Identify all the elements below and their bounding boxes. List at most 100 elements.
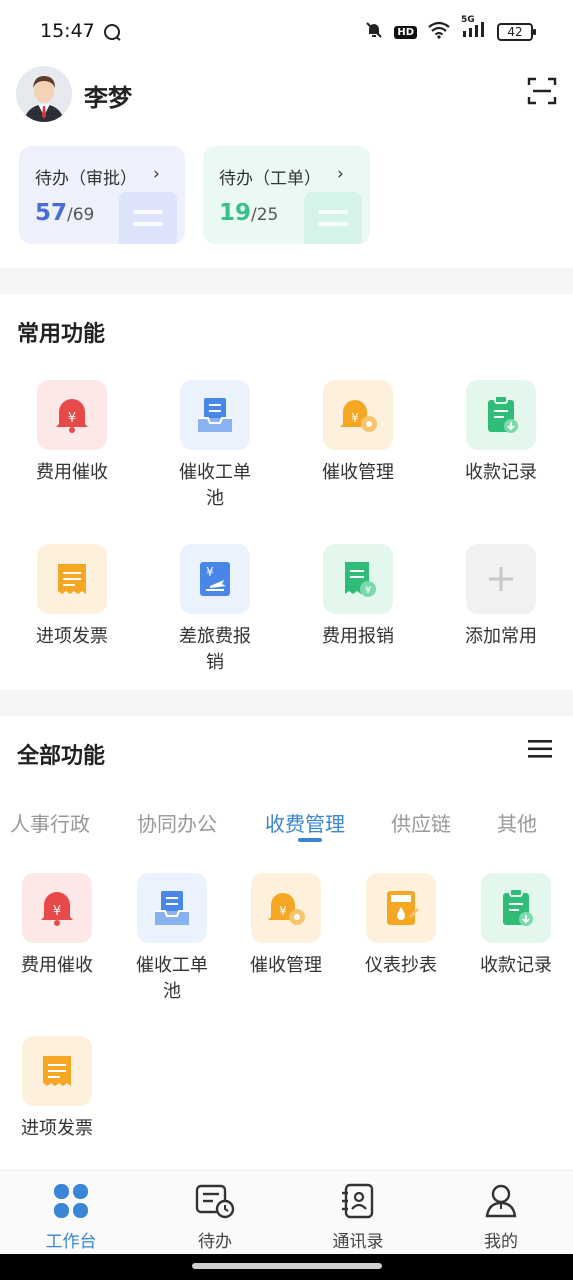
network-label: 5G <box>461 15 475 25</box>
section-divider <box>0 690 573 716</box>
common-item-payment-records[interactable]: 收款记录 <box>441 380 561 486</box>
grid-item-label: 收款记录 <box>480 955 552 976</box>
todo-workorder-title: 待办（工单） <box>219 169 321 189</box>
svg-text:¥: ¥ <box>68 411 76 426</box>
document-decoration-icon <box>119 192 177 244</box>
todo-workorder-total: /25 <box>251 205 279 225</box>
grid-item-label: 添加常用 <box>465 626 537 647</box>
all-item-fee-collection[interactable]: ¥ 费用催收 <box>0 873 117 979</box>
all-item-input-invoice[interactable]: 进项发票 <box>0 1036 117 1142</box>
grid-item-label: 费用报销 <box>322 626 394 647</box>
tab-collaboration[interactable]: 协同办公 <box>137 808 217 837</box>
menu-list-icon[interactable] <box>527 738 553 764</box>
clipboard-download-icon <box>481 873 551 943</box>
nav-label: 工作台 <box>45 1232 97 1252</box>
bell-settings-icon: ¥ <box>251 873 321 943</box>
category-tabs: 人事行政 协同办公 收费管理 供应链 其他 <box>0 800 573 850</box>
todo-approval-count: 57/69 <box>35 200 94 226</box>
bell-yen-icon: ¥ <box>37 380 107 450</box>
hd-badge: HD <box>394 25 417 39</box>
common-item-collection-mgmt[interactable]: ¥ 催收管理 <box>298 380 418 486</box>
tab-fee-management[interactable]: 收费管理 <box>265 808 345 837</box>
all-item-payment-records[interactable]: 收款记录 <box>456 873 573 979</box>
grid-item-label: 仪表抄表 <box>365 955 437 976</box>
nav-label: 待办 <box>198 1232 232 1252</box>
status-time: 15:47 <box>40 20 95 42</box>
common-item-expense-reimbursement[interactable]: ¥ 费用报销 <box>298 544 418 650</box>
common-item-travel-expense[interactable]: ¥ 差旅费报销 <box>155 544 275 676</box>
grid-item-label: 差旅费报销 <box>179 626 251 673</box>
all-item-meter-reading[interactable]: 仪表抄表 <box>341 873 461 979</box>
todo-clock-icon <box>195 1184 235 1223</box>
nav-todo[interactable]: 待办 <box>170 1183 260 1252</box>
chat-bubble-icon <box>102 22 124 48</box>
signal-icon: 5G <box>461 15 487 43</box>
common-functions-title: 常用功能 <box>17 322 106 347</box>
all-item-collection-mgmt[interactable]: ¥ 催收管理 <box>226 873 346 979</box>
todo-approval-total: /69 <box>67 205 95 225</box>
document-decoration-icon <box>304 192 362 244</box>
grid-item-label: 收款记录 <box>465 462 537 483</box>
plus-icon <box>466 544 536 614</box>
grid-item-label: 费用催收 <box>21 955 93 976</box>
common-item-collection-pool[interactable]: 催收工单池 <box>155 380 275 512</box>
all-item-collection-pool[interactable]: 催收工单池 <box>112 873 232 1005</box>
avatar[interactable] <box>16 66 72 122</box>
contacts-book-icon <box>340 1183 376 1223</box>
tab-hr-admin[interactable]: 人事行政 <box>10 808 90 837</box>
section-divider <box>0 268 573 294</box>
tab-other[interactable]: 其他 <box>497 808 537 837</box>
nav-contacts[interactable]: 通讯录 <box>313 1183 403 1252</box>
document-yen-icon: ¥ <box>323 544 393 614</box>
grid-four-icon <box>53 1184 89 1223</box>
todo-approval-card[interactable]: 待办（审批） › 57/69 <box>19 146 185 244</box>
grid-item-label: 进项发票 <box>21 1118 93 1139</box>
bell-yen-icon: ¥ <box>22 873 92 943</box>
grid-item-label: 催收工单池 <box>179 462 251 509</box>
common-item-add-favorite[interactable]: 添加常用 <box>441 544 561 650</box>
mute-bell-icon <box>364 20 384 44</box>
chevron-right-icon: › <box>153 164 160 184</box>
battery-indicator: 42 <box>497 23 536 41</box>
svg-text:¥: ¥ <box>365 585 371 596</box>
tab-supply-chain[interactable]: 供应链 <box>391 808 451 837</box>
nav-label: 通讯录 <box>332 1232 384 1252</box>
todo-workorder-count: 19/25 <box>219 200 278 226</box>
bottom-navigation: 工作台 待办 通讯录 我的 <box>0 1170 573 1254</box>
profile-header: 李梦 <box>16 64 557 124</box>
common-item-input-invoice[interactable]: 进项发票 <box>12 544 132 650</box>
status-bar: 15:47 HD 5G 42 <box>0 0 573 64</box>
wifi-icon <box>427 21 451 43</box>
active-tab-indicator <box>298 838 322 842</box>
grid-item-label: 催收管理 <box>250 955 322 976</box>
person-icon <box>483 1184 519 1223</box>
todo-workorder-done: 19 <box>219 200 252 226</box>
home-indicator[interactable] <box>192 1263 382 1269</box>
tray-document-icon <box>180 380 250 450</box>
all-functions-title: 全部功能 <box>17 744 106 769</box>
scan-icon[interactable] <box>527 76 557 106</box>
receipt-icon <box>37 544 107 614</box>
svg-text:¥: ¥ <box>206 565 214 579</box>
grid-item-label: 进项发票 <box>36 626 108 647</box>
todo-workorder-card[interactable]: 待办（工单） › 19/25 <box>203 146 370 244</box>
grid-item-label: 催收管理 <box>322 462 394 483</box>
gesture-bar <box>0 1254 573 1280</box>
travel-expense-icon: ¥ <box>180 544 250 614</box>
common-item-fee-collection[interactable]: ¥ 费用催收 <box>12 380 132 486</box>
bell-settings-icon: ¥ <box>323 380 393 450</box>
user-name: 李梦 <box>84 84 132 112</box>
chevron-right-icon: › <box>337 164 344 184</box>
tray-document-icon <box>137 873 207 943</box>
grid-item-label: 催收工单池 <box>136 955 208 1002</box>
grid-item-label: 费用催收 <box>36 462 108 483</box>
receipt-icon <box>22 1036 92 1106</box>
clipboard-download-icon <box>466 380 536 450</box>
todo-approval-done: 57 <box>35 200 68 226</box>
nav-label: 我的 <box>484 1232 518 1252</box>
svg-text:¥: ¥ <box>351 411 359 425</box>
meter-reading-icon <box>366 873 436 943</box>
nav-mine[interactable]: 我的 <box>456 1183 546 1252</box>
nav-workbench[interactable]: 工作台 <box>26 1183 116 1252</box>
todo-approval-title: 待办（审批） <box>35 169 137 189</box>
